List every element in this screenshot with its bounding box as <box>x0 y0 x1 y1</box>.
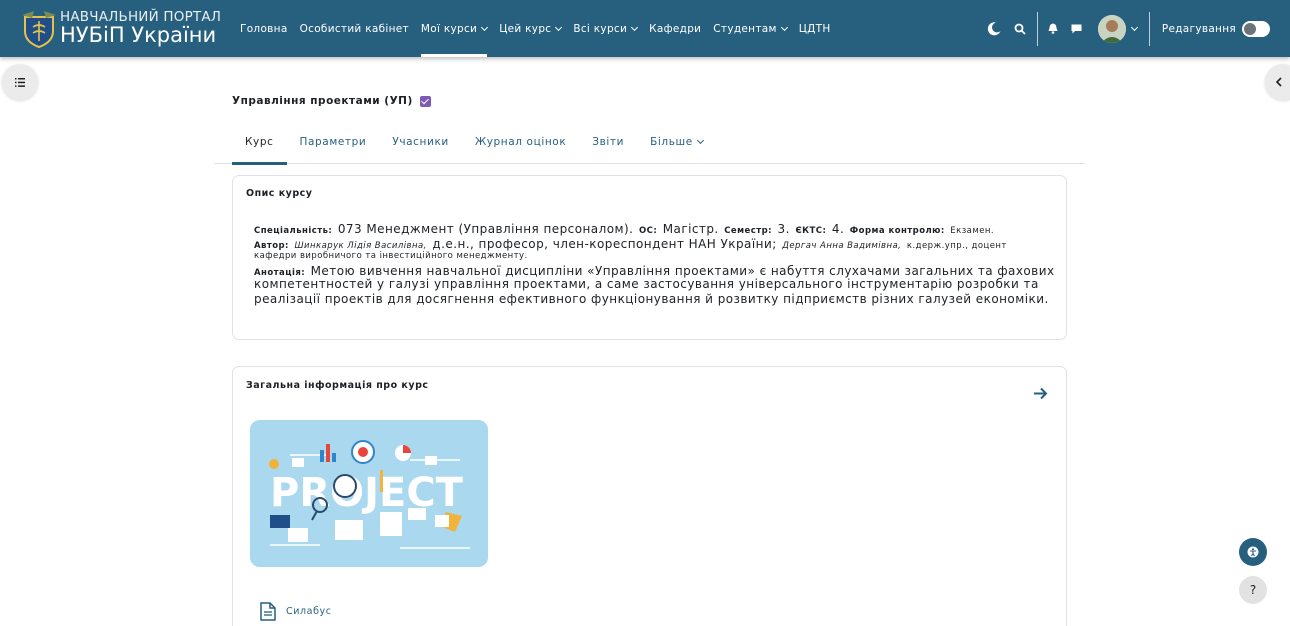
card-title: Опис курсу <box>246 188 313 199</box>
project-image-text: PROJECT <box>270 470 464 516</box>
chevron-left-icon <box>1275 77 1282 87</box>
nav-cdtn[interactable]: ЦДТН <box>793 0 837 57</box>
help-button[interactable]: ? <box>1239 576 1267 604</box>
nav-home[interactable]: Головна <box>234 0 294 57</box>
course-meta-line: Спеціальність: 073 Менеджмент (Управлінн… <box>254 220 1049 236</box>
author-department: кафедри виробничого та інвестиційного ме… <box>254 251 528 261</box>
nav-dashboard-label: Особистий кабінет <box>299 22 409 35</box>
course-title-text: Управління проектами (УП) <box>232 95 413 107</box>
nav-departments[interactable]: Кафедри <box>643 0 707 57</box>
chevron-down-icon <box>631 23 639 31</box>
tab-settings[interactable]: Параметри <box>287 119 380 164</box>
nav-all-courses-label: Всі курси <box>573 22 628 35</box>
user-avatar[interactable] <box>1097 14 1126 43</box>
nav-home-label: Головна <box>240 22 288 35</box>
course-index-drawer-button[interactable] <box>2 64 38 100</box>
tab-settings-label: Параметри <box>299 135 367 148</box>
help-icon: ? <box>1249 583 1257 597</box>
edit-mode-label: Редагування <box>1161 22 1236 35</box>
nav-students[interactable]: Студентам <box>707 0 792 57</box>
annotation-line-3: реалізації проектів для досягнення ефект… <box>254 292 1049 306</box>
nav-all-courses[interactable]: Всі курси <box>567 0 643 57</box>
edit-mode-toggle[interactable] <box>1242 20 1270 37</box>
annotation-text-1: Метою вивчення навчальної дисципліни «Уп… <box>310 264 1055 278</box>
tab-participants[interactable]: Учасники <box>379 119 461 164</box>
portal-logo[interactable]: НАВЧАЛЬНИЙ ПОРТАЛ НУБіП України <box>20 9 225 49</box>
messages-chat-icon[interactable] <box>1068 24 1086 34</box>
annotation-line-1: Анотація: Метою вивчення навчальної дисц… <box>254 262 1054 278</box>
author-2-title: к.держ.упр., доцент <box>906 241 1007 251</box>
general-info-card: Загальна інформація про курс PROJECT Сил… <box>232 366 1067 626</box>
ects-value: 4. <box>831 222 845 236</box>
tab-gradebook[interactable]: Журнал оцінок <box>462 119 579 164</box>
tab-course-label: Курс <box>245 135 274 148</box>
arrow-right-icon[interactable] <box>1033 385 1048 404</box>
author-1-title: д.е.н., професор, член-кореспондент НАН … <box>432 237 777 251</box>
course-title: Управління проектами (УП) <box>232 95 431 107</box>
primary-navigation: Головна Особистий кабінет Мої курси Цей … <box>234 0 837 57</box>
chevron-down-icon <box>481 23 489 31</box>
degree-value: Магістр. <box>662 222 719 236</box>
dark-mode-icon[interactable] <box>984 21 1004 37</box>
course-checkbox-icon[interactable] <box>419 95 431 107</box>
nav-my-courses-label: Мої курси <box>420 22 478 35</box>
tab-more[interactable]: Більше <box>637 119 716 164</box>
accessibility-icon <box>1247 546 1259 558</box>
chevron-down-icon <box>780 23 788 31</box>
university-emblem-icon <box>20 9 58 49</box>
course-description: Спеціальність: 073 Менеджмент (Управлінн… <box>254 220 1054 307</box>
list-icon <box>15 77 25 87</box>
document-icon <box>260 602 276 621</box>
course-tabs: Курс Параметри Учасники Журнал оцінок Зв… <box>214 119 1085 165</box>
chevron-down-icon <box>696 136 704 144</box>
blocks-drawer-button[interactable] <box>1265 64 1290 100</box>
syllabus-label: Силабус <box>286 606 332 617</box>
nav-dashboard[interactable]: Особистий кабінет <box>294 0 415 57</box>
search-icon[interactable] <box>1010 23 1030 35</box>
nav-my-courses[interactable]: Мої курси <box>415 0 493 57</box>
specialty-value: 073 Менеджмент (Управління персоналом). <box>337 222 634 236</box>
project-illustration-image: PROJECT <box>250 420 488 567</box>
top-navbar: НАВЧАЛЬНИЙ ПОРТАЛ НУБіП України Головна … <box>0 0 1290 57</box>
accessibility-button[interactable] <box>1239 538 1267 566</box>
tab-reports[interactable]: Звіти <box>579 119 637 164</box>
tab-reports-label: Звіти <box>592 135 625 148</box>
notifications-bell-icon[interactable] <box>1044 23 1062 34</box>
nav-this-course-label: Цей курс <box>499 22 552 35</box>
annotation-line-2: компетентностей у галузі управління прое… <box>254 277 1039 291</box>
course-description-card: Опис курсу Спеціальність: 073 Менеджмент… <box>232 175 1067 340</box>
tab-more-label: Більше <box>650 135 693 148</box>
nav-departments-label: Кафедри <box>649 22 702 35</box>
nav-students-label: Студентам <box>713 22 777 35</box>
user-menu-chevron-icon[interactable] <box>1130 23 1138 31</box>
logo-title-line1: НАВЧАЛЬНИЙ ПОРТАЛ <box>60 8 222 25</box>
logo-title-line2: НУБіП України <box>60 23 217 48</box>
card-title: Загальна інформація про курс <box>246 380 429 391</box>
author-2-name: Дергач Анна Вадимівна, <box>782 241 902 251</box>
tab-participants-label: Учасники <box>392 135 449 148</box>
tab-gradebook-label: Журнал оцінок <box>474 135 567 148</box>
nav-cdtn-label: ЦДТН <box>798 22 831 35</box>
syllabus-link[interactable]: Силабус <box>260 602 332 621</box>
nav-this-course[interactable]: Цей курс <box>493 0 567 57</box>
course-author-line: Автор: Шинкарук Лідія Василівна, д.е.н.,… <box>254 235 1049 251</box>
nav-divider <box>1036 11 1038 46</box>
chevron-down-icon <box>555 23 563 31</box>
tab-course[interactable]: Курс <box>214 119 287 165</box>
nav-divider <box>1148 11 1150 46</box>
